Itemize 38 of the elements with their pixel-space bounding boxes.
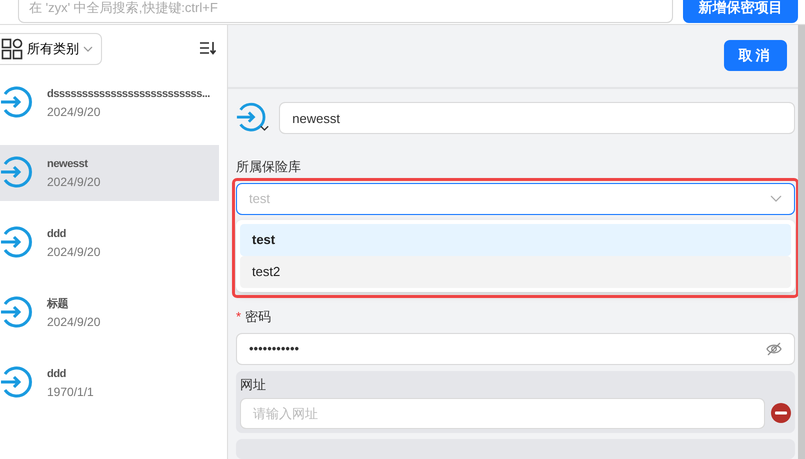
dropdown-option[interactable]: test2 [240,256,791,288]
item-date: 2024/9/20 [47,244,100,260]
item-row[interactable]: dssssssssssssssssssssssssss... 2024/9/20 [0,75,219,132]
category-dropdown[interactable]: 所有类别 [0,33,102,65]
caret-icon [83,46,93,52]
url-field[interactable]: 请输入网址 [240,398,764,429]
item-row[interactable]: ddd 1970/1/1 [0,355,219,412]
item-title: dssssssssssssssssssssssssss... [47,87,210,102]
name-field[interactable]: newesst [279,102,795,134]
vault-placeholder: test [249,190,270,208]
item-title: newesst [47,157,89,172]
item-date: 2024/9/20 [47,314,100,330]
item-title: ddd [47,227,67,242]
eye-slash-icon[interactable] [766,342,782,356]
item-date: 1970/1/1 [47,384,94,400]
caret-icon [770,194,782,202]
item-row[interactable]: 标题 2024/9/20 [0,285,219,342]
category-label: 所有类别 [27,40,79,58]
item-title: 标题 [47,296,70,312]
item-row[interactable]: ddd 2024/9/20 [0,215,219,272]
sort-icon[interactable] [198,41,216,56]
remove-icon[interactable] [771,403,791,424]
item-title: ddd [47,367,67,382]
scrollbar[interactable] [798,25,805,459]
vault-label: 所属保险库 [236,158,302,176]
add-item-button[interactable]: 新增保密项目 [683,0,798,23]
search-field[interactable]: 在 'zyx' 中全局搜索,快捷键:ctrl+F [18,0,673,23]
item-date: 2024/9/20 [47,104,102,120]
item-date: 2024/9/20 [47,174,100,190]
cancel-button[interactable]: 取消 [724,40,787,71]
grid-icon [1,38,23,60]
required-mark: * [236,308,242,326]
item-row[interactable]: newesst 2024/9/20 [0,145,219,202]
password-label: 密码 [245,308,272,326]
password-field[interactable]: ••••••••••• [236,332,795,364]
url-label: 网址 [240,376,267,394]
dropdown-option[interactable]: test [240,224,791,256]
password-dots: ••••••••••• [249,340,300,358]
